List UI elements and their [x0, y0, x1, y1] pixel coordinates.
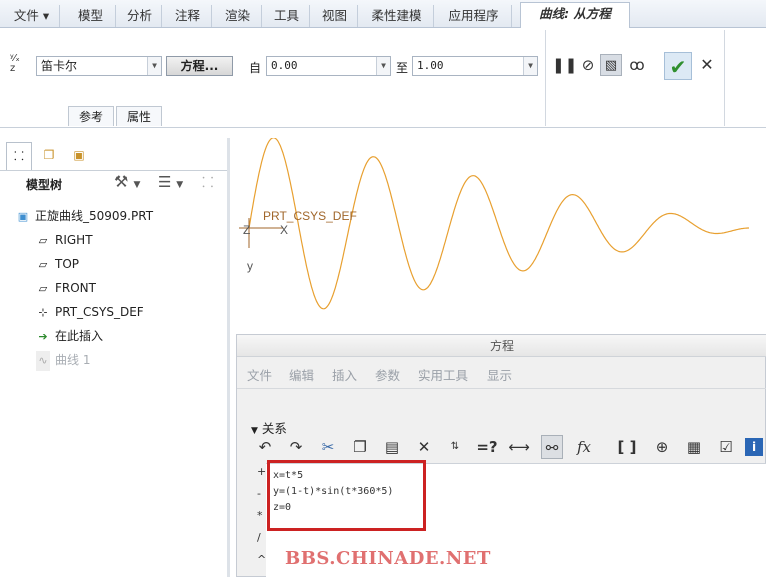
- no-preview-icon[interactable]: ⊘: [577, 54, 599, 76]
- menu-display[interactable]: 显示: [487, 365, 512, 384]
- model-tree-title: 模型树: [26, 178, 63, 192]
- tree-item-right[interactable]: ▱ RIGHT: [36, 230, 93, 250]
- ribbon-panel: ʸ⁄ₓ z 笛卡尔 ▼ 方程... 自 0.00 ▼ 至 1.00 ▼ ❚❚ ⊘ ▧ ꝏ…: [0, 28, 766, 128]
- tab-curve-from-equation[interactable]: 曲线: 从方程: [520, 2, 630, 29]
- to-label: 至: [396, 61, 409, 75]
- divider: [0, 170, 227, 171]
- op-plus-button[interactable]: +: [257, 465, 266, 478]
- divider: [724, 30, 725, 126]
- sort-icon[interactable]: ⇅: [444, 435, 466, 459]
- datum-plane-icon: ▱: [38, 234, 48, 247]
- function-icon[interactable]: fx: [573, 435, 595, 459]
- feature-preview-icon[interactable]: ▧: [600, 54, 622, 76]
- highlight-box: [267, 460, 426, 531]
- tab-render[interactable]: 渲染: [214, 5, 262, 27]
- chevron-down-icon: ▼: [376, 57, 390, 75]
- cut-icon[interactable]: ✂: [317, 435, 339, 459]
- sine-curve[interactable]: [248, 138, 749, 310]
- datum-plane-icon: ▱: [38, 258, 48, 271]
- model-tree-tab-icon[interactable]: ⸬: [6, 142, 32, 170]
- csys-icon: ⊹: [38, 306, 48, 319]
- tab-annotate[interactable]: 注释: [164, 5, 212, 27]
- chevron-down-icon: ▼: [147, 57, 161, 75]
- show-list-icon[interactable]: ☰ ▼: [158, 173, 183, 191]
- tab-applications[interactable]: 应用程序: [436, 5, 512, 27]
- datum-plane-icon: ▱: [38, 282, 48, 295]
- confirm-check-icon[interactable]: ✔: [664, 52, 692, 80]
- tab-view[interactable]: 视图: [312, 5, 358, 27]
- pause-icon[interactable]: ❚❚: [552, 54, 577, 76]
- delete-icon[interactable]: ✕: [413, 435, 435, 459]
- op-divide-button[interactable]: /: [257, 531, 261, 544]
- parameter-icon[interactable]: ▦: [683, 435, 705, 459]
- tab-model[interactable]: 模型: [66, 5, 116, 27]
- op-multiply-button[interactable]: *: [257, 509, 263, 522]
- calculator-icon[interactable]: ⊕: [651, 435, 673, 459]
- tab-file[interactable]: 文件 ▾: [4, 5, 60, 27]
- tree-item-front[interactable]: ▱ FRONT: [36, 278, 96, 298]
- tree-item-curve[interactable]: ∿ 曲线 1: [36, 350, 90, 371]
- menu-edit[interactable]: 编辑: [289, 365, 314, 384]
- tree-item-part[interactable]: ▣ 正旋曲线_50909.PRT: [16, 206, 153, 226]
- from-label: 自: [249, 61, 262, 75]
- part-icon: ▣: [17, 210, 29, 223]
- ribbon-tab-bar: 文件 ▾ 模型 分析 注释 渲染 工具 视图 柔性建模 应用程序 曲线: 从方程: [0, 0, 766, 29]
- subtab-references[interactable]: 参考: [68, 106, 114, 126]
- glasses-preview-icon[interactable]: ꝏ: [626, 54, 648, 76]
- view-icon[interactable]: ⚯: [541, 435, 563, 459]
- tree-item-csys[interactable]: ⊹ PRT_CSYS_DEF: [36, 302, 143, 322]
- tree-item-top[interactable]: ▱ TOP: [36, 254, 79, 274]
- from-input[interactable]: 0.00 ▼: [266, 56, 391, 76]
- divider: [237, 388, 766, 389]
- tab-analysis[interactable]: 分析: [118, 5, 162, 27]
- tree-item-insert-here[interactable]: ➔ 在此插入: [36, 326, 103, 346]
- to-input[interactable]: 1.00 ▼: [412, 56, 538, 76]
- menu-parameters[interactable]: 参数: [375, 365, 400, 384]
- undo-icon[interactable]: ↶: [254, 435, 276, 459]
- watermark: BBS.CHINADE.NET: [285, 548, 491, 569]
- brackets-icon[interactable]: [ ]: [616, 435, 638, 459]
- op-minus-button[interactable]: -: [257, 487, 261, 500]
- equation-button[interactable]: 方程...: [166, 56, 233, 76]
- axis-y-label: y: [247, 259, 253, 273]
- divider: [545, 30, 546, 126]
- coord-system-select[interactable]: 笛卡尔 ▼: [36, 56, 162, 76]
- chevron-down-icon: ▼: [523, 57, 537, 75]
- paste-icon[interactable]: ▤: [381, 435, 403, 459]
- equation-dialog: 方程 文件 编辑 插入 参数 实用工具 显示 ▼ 关系 ↶ ↷ ✂ ❐ ▤ ✕ …: [236, 334, 766, 578]
- folder-browser-icon[interactable]: ❐: [36, 142, 62, 170]
- insert-arrow-icon: ➔: [38, 330, 48, 343]
- measure-icon[interactable]: ⟷: [508, 435, 530, 459]
- tab-flexible-modeling[interactable]: 柔性建模: [360, 5, 434, 27]
- cancel-close-icon[interactable]: ✕: [696, 54, 718, 76]
- op-power-button[interactable]: ^: [257, 553, 266, 566]
- model-tree-panel: ⸬ ❐ ▣ 模型树 ⚒ ▼ ☰ ▼ ⸬ ▣ 正旋曲线_50909.PRT ▱ RIG…: [0, 138, 230, 577]
- verify-icon[interactable]: =?: [476, 435, 498, 459]
- curve-icon: ∿: [36, 351, 50, 371]
- filter-icon[interactable]: ⸬: [202, 173, 214, 192]
- menu-file[interactable]: 文件: [247, 365, 272, 384]
- relations-editor[interactable]: x=t*5 y=(1-t)*sin(t*360*5) z=0 BBS.CHINA…: [266, 460, 766, 578]
- info-icon[interactable]: i: [745, 438, 763, 456]
- favorites-icon[interactable]: ▣: [66, 142, 92, 170]
- dialog-title: 方程: [237, 335, 766, 357]
- redo-icon[interactable]: ↷: [285, 435, 307, 459]
- csys-type-icon: ʸ⁄ₓ z: [10, 53, 20, 74]
- check-icon[interactable]: ☑: [715, 435, 737, 459]
- axis-x-label: X: [280, 223, 288, 237]
- csys-label: PRT_CSYS_DEF: [263, 209, 357, 223]
- settings-tools-icon[interactable]: ⚒ ▼: [114, 172, 140, 191]
- menu-utilities[interactable]: 实用工具: [418, 365, 468, 384]
- copy-icon[interactable]: ❐: [349, 435, 371, 459]
- subtab-properties[interactable]: 属性: [116, 106, 162, 126]
- axis-z-label: Z: [243, 223, 250, 237]
- menu-insert[interactable]: 插入: [332, 365, 357, 384]
- tab-tools[interactable]: 工具: [264, 5, 310, 27]
